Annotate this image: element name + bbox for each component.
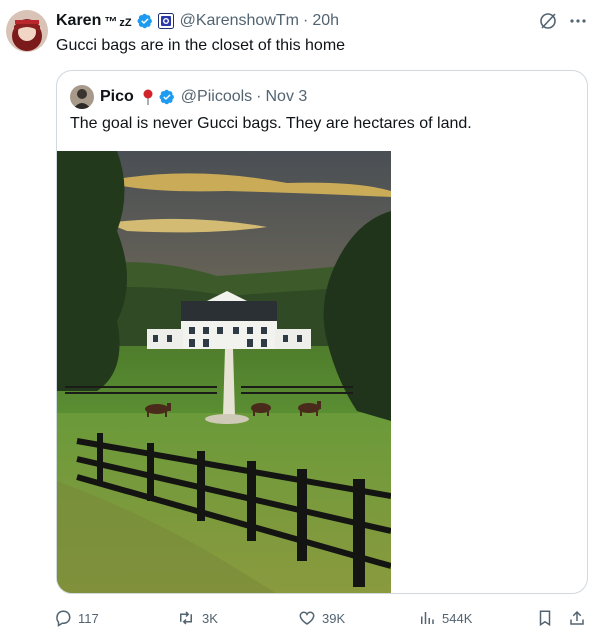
quote-header: Pico @Piicools · Nov 3 [100, 86, 307, 108]
tweet-text: Gucci bags are in the closet of this hom… [56, 37, 346, 54]
verified-badge-icon [159, 89, 175, 105]
reply-icon [54, 609, 72, 627]
tweet-timestamp[interactable]: 20h [312, 12, 339, 30]
bookmark-icon [536, 609, 554, 627]
quote-author-handle[interactable]: @Piicools [181, 88, 252, 106]
verified-badge-icon [137, 13, 153, 29]
repost-icon [176, 609, 196, 627]
views-icon [418, 609, 436, 627]
author-name-suffix: ™ [104, 13, 118, 29]
quote-author-avatar[interactable] [70, 85, 94, 109]
share-button[interactable] [568, 604, 586, 632]
quote-text: The goal is never Gucci bags. They are h… [70, 115, 472, 132]
views-count: 544K [442, 610, 473, 626]
sleep-zz: zZ [119, 17, 132, 29]
like-count: 39K [322, 610, 346, 626]
separator-dot: · [256, 88, 262, 105]
affiliate-badge-icon[interactable] [157, 13, 174, 29]
repost-button[interactable]: 3K [176, 604, 218, 632]
reply-button[interactable]: 117 [54, 604, 99, 632]
tweet-action-bar: 117 3K 39K 544K [0, 604, 599, 632]
reply-count: 117 [78, 610, 99, 626]
share-icon [568, 609, 586, 627]
quote-author-name[interactable]: Pico [100, 88, 134, 106]
estate-photo[interactable] [57, 151, 392, 593]
repost-count: 3K [202, 610, 218, 626]
heart-icon [298, 609, 316, 627]
quoted-tweet[interactable]: Pico @Piicools · Nov 3 The goal is never… [56, 70, 588, 594]
author-avatar[interactable] [6, 10, 48, 52]
separator-dot: · [302, 12, 309, 29]
quote-timestamp[interactable]: Nov 3 [266, 88, 308, 106]
views-button[interactable]: 544K [418, 604, 472, 632]
pin-emoji-icon [142, 89, 154, 105]
like-button[interactable]: 39K [298, 604, 345, 632]
author-handle[interactable]: @KarenshowTm [180, 12, 299, 30]
more-icon[interactable] [568, 11, 588, 36]
bookmark-button[interactable] [536, 604, 554, 632]
author-name[interactable]: Karen [56, 12, 101, 30]
grok-icon[interactable] [538, 11, 558, 36]
tweet-header: Karen ™ zZ @KarenshowTm · 20h [56, 10, 339, 32]
